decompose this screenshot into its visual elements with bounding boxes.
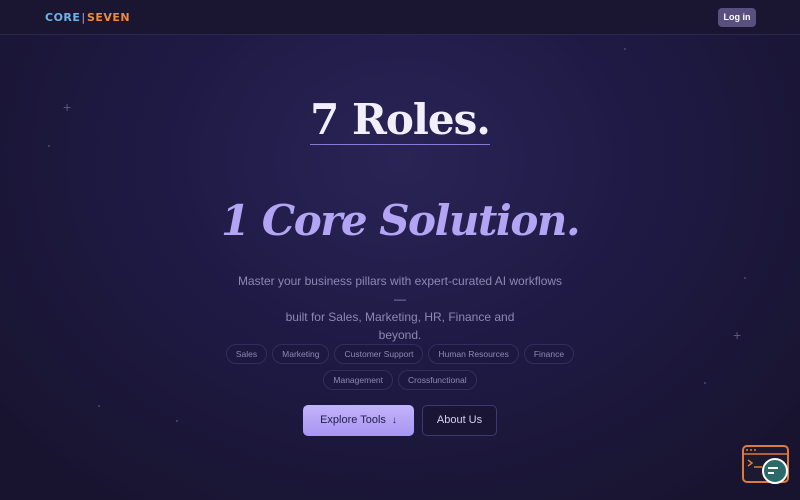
hero-subtitle-line: built for Sales, Marketing, HR, Finance … — [285, 310, 515, 324]
logo-text-seven: SEVEN — [86, 11, 131, 24]
brand-logo[interactable]: CORE|SEVEN — [45, 11, 130, 24]
star-dot — [176, 420, 178, 422]
hero-headline-solution: 1 Core Solution. — [220, 196, 581, 245]
hero-subtitle: Master your business pillars with expert… — [235, 272, 565, 344]
role-tag-sales[interactable]: Sales — [225, 344, 268, 364]
role-tag-crossfunctional[interactable]: Crossfunctional — [398, 370, 477, 390]
role-tag-human-resources[interactable]: Human Resources — [428, 344, 519, 364]
role-tag-marketing[interactable]: Marketing — [272, 344, 330, 364]
arrow-down-icon: ↓ — [391, 415, 397, 426]
logo-separator: | — [81, 11, 86, 24]
explore-tools-button[interactable]: Explore Tools ↓ — [303, 405, 414, 436]
role-tags: Sales Marketing Customer Support Human R… — [195, 344, 605, 390]
star-dot — [704, 382, 706, 384]
role-tag-customer-support[interactable]: Customer Support — [334, 344, 424, 364]
explore-tools-label: Explore Tools — [320, 414, 386, 426]
support-chat-widget-icon[interactable] — [742, 445, 790, 487]
hero-headline-roles: 7 Roles. — [0, 95, 800, 145]
about-us-button[interactable]: About Us — [422, 405, 497, 436]
top-navbar: CORE|SEVEN Log in — [0, 0, 800, 35]
hero-subtitle-line: Master your business pillars with expert… — [237, 274, 563, 306]
login-button[interactable]: Log in — [718, 8, 756, 27]
hero-subtitle-line: beyond. — [378, 328, 422, 342]
role-tag-finance[interactable]: Finance — [523, 344, 575, 364]
star-dot — [624, 48, 626, 50]
star-dot — [48, 145, 50, 147]
role-tag-management[interactable]: Management — [323, 370, 394, 390]
hero-headline-roles-text: 7 Roles. — [310, 95, 491, 145]
sparkle-icon: + — [733, 327, 742, 343]
support-chat-widget-graphic — [742, 445, 789, 484]
star-dot — [744, 277, 746, 279]
logo-text-core: CORE — [45, 11, 81, 24]
star-dot — [98, 405, 100, 407]
